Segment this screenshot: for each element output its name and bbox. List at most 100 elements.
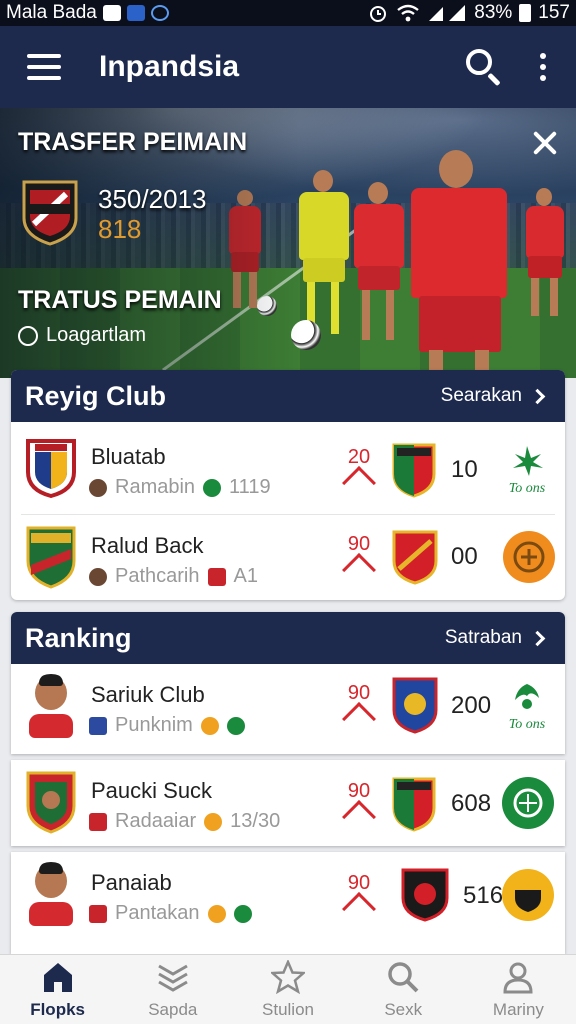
search-icon[interactable] [464,47,504,87]
player-figure [405,150,515,378]
chevron-right-icon [529,630,546,646]
club-meta: Radaaiar 13/30 [89,810,280,833]
hero-link[interactable]: Loagartlam [18,324,146,347]
menu-icon[interactable] [27,54,61,80]
trend-indicator: 90 [339,682,379,736]
clock-icon [18,325,38,346]
badge-icon [207,567,226,586]
layers-icon [158,964,188,992]
club-meta-label: Radaaiar [115,810,197,832]
wifi-icon [397,4,420,22]
club-name: Sariuk Club [91,682,205,707]
club-stat: 200 [451,692,492,719]
badge-icon [226,716,245,735]
club-meta-label: Punknim [115,714,193,736]
club-stat: 00 [451,543,478,570]
palm-logo-icon: To ons [509,684,546,732]
nav-item-search[interactable]: Sexk [346,955,461,1024]
club-card-action[interactable]: Searakan [441,385,551,407]
club-name: Panaiab [91,870,172,895]
nav-item-stulion[interactable]: Stulion [230,955,345,1024]
club-name: Paucki Suck [91,778,213,803]
opponent-crest-icon [392,530,438,585]
club-crest-icon [26,439,76,498]
badge-icon [233,904,252,923]
avatar [29,862,73,926]
avatar [89,567,107,586]
list-item[interactable]: Sariuk Club Punknim 90 200 To ons [11,664,565,754]
ranking-card: Ranking Satraban Sariuk Club Punknim 90 … [11,612,565,754]
app-title: Inpandsia [99,50,240,83]
club-name: Bluatab [91,444,166,469]
opponent-crest-icon [392,443,436,498]
hero-banner[interactable]: TRASFER PEIMAIN 350/2013 818 TRATUS PEMA… [0,108,576,378]
bottom-nav: Flopks Sapda Stulion Sexk Mariny [0,954,576,1024]
nav-item-profile[interactable]: Mariny [461,955,576,1024]
hero-link-label: Loagartlam [46,324,147,346]
player-figure [293,170,355,340]
club-meta: Pantakan [89,902,252,925]
chevron-right-icon [529,388,546,404]
player-figure [522,188,568,318]
list-item[interactable]: Bluatab Ramabin 1119 20 10 To ons [11,426,565,514]
nav-label: Sapda [148,1000,198,1019]
list-item[interactable]: Paucki Suck Radaaiar 13/30 90 608 [11,760,565,846]
orange-crest-icon [503,531,555,583]
coin-icon [207,904,226,923]
hero-sub-value: 818 [98,214,142,244]
sync-icon [150,5,169,21]
signal-icon [429,5,466,21]
trend-up-icon [342,892,376,926]
club-meta: Pathcarih A1 [89,565,258,588]
club-stat: 608 [451,790,492,817]
badge-icon [203,478,222,497]
gold-crest-icon [502,869,554,921]
close-icon[interactable] [528,126,562,160]
opponent-crest-icon [401,868,449,922]
green-crest-icon [502,777,554,829]
opponent-crest-icon [392,777,436,832]
nav-item-home[interactable]: Flopks [0,955,115,1024]
club-meta-label: Pathcarih [115,565,200,587]
club-stat: 516 [463,882,504,909]
hero-score: 350/2013 [98,184,207,214]
trend-indicator: 90 [339,780,379,834]
trend-up-icon [342,702,376,736]
battery-icon [519,4,532,22]
list-item[interactable]: Panaiab Pantakan 90 516 [11,852,565,954]
trend-up-icon [342,800,376,834]
club-meta: Punknim [89,714,245,737]
club-crest-icon [22,180,78,246]
star-icon [271,960,305,994]
nav-label: Stulion [262,1000,314,1019]
club-meta-value: A1 [233,565,258,587]
badge-icon [89,716,107,735]
player-figure [350,182,408,342]
trend-up-icon [342,466,376,500]
side-label: To ons [509,481,546,496]
hero-title: TRASFER PEIMAIN [18,128,248,156]
search-icon [388,962,419,993]
opponent-crest-icon [392,677,438,734]
club-card-action-label: Searakan [440,385,522,406]
alarm-icon [370,6,387,22]
side-label: To ons [509,717,546,732]
club-name: Ralud Back [91,533,204,558]
list-item[interactable]: Ralud Back Pathcarih A1 90 00 [11,515,565,603]
trend-indicator: 90 [339,872,379,926]
ranking-card-action-label: Satraban [444,627,522,648]
club-meta: Ramabin 1119 [89,476,271,499]
app-bar: Inpandsia [0,26,576,108]
ranking-card-action[interactable]: Satraban [445,627,551,649]
club-crest-icon [26,526,76,589]
app-notification-icon [126,5,145,21]
more-vert-icon[interactable] [528,47,558,87]
home-icon [43,963,72,992]
nav-label: Flopks [30,1000,85,1019]
clock: 157 [538,2,570,23]
nav-item-sapda[interactable]: Sapda [115,955,230,1024]
avatar [29,674,73,738]
club-stat: 10 [451,456,478,483]
coin-icon [200,716,219,735]
club-card-header: Reyig Club Searakan [11,370,565,422]
